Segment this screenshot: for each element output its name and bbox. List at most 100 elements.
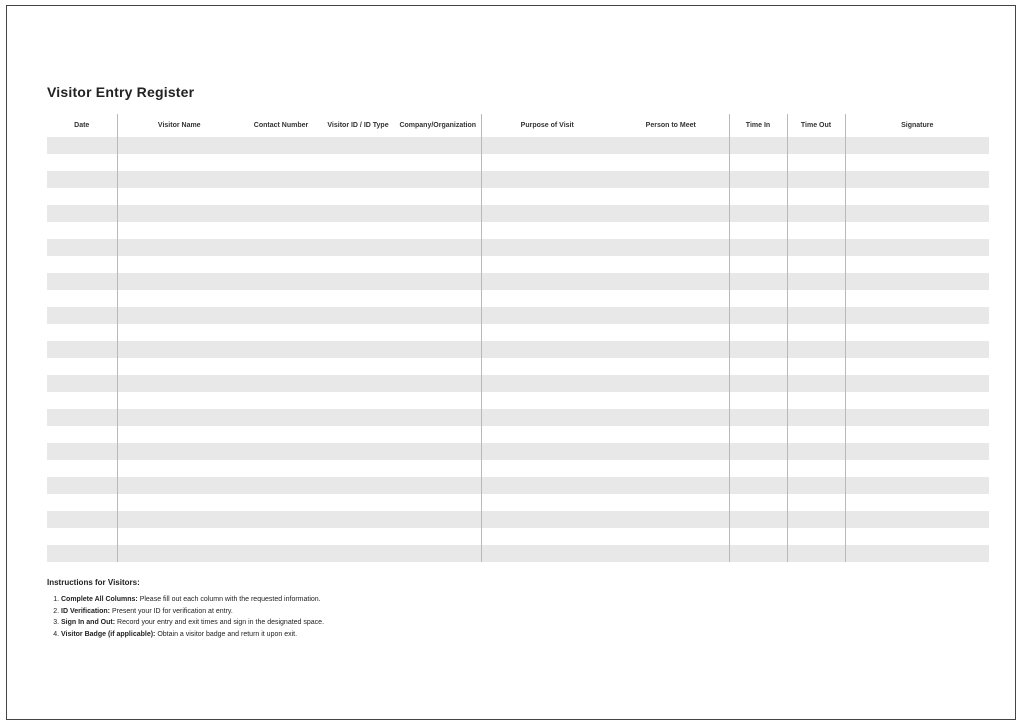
table-cell xyxy=(613,188,729,205)
table-cell xyxy=(613,545,729,562)
table-cell xyxy=(481,426,613,443)
table-header-row: DateVisitor NameContact NumberVisitor ID… xyxy=(47,114,989,137)
table-cell xyxy=(321,341,395,358)
table-cell xyxy=(241,409,321,426)
table-cell xyxy=(481,154,613,171)
table-cell xyxy=(117,409,241,426)
table-cell xyxy=(729,341,787,358)
table-cell xyxy=(395,443,481,460)
table-cell xyxy=(845,273,989,290)
table-cell xyxy=(613,290,729,307)
table-cell xyxy=(47,477,117,494)
table-cell xyxy=(47,341,117,358)
table-cell xyxy=(47,494,117,511)
table-cell xyxy=(47,460,117,477)
table-cell xyxy=(47,426,117,443)
table-cell xyxy=(117,528,241,545)
table-cell xyxy=(117,239,241,256)
table-cell xyxy=(729,511,787,528)
table-cell xyxy=(787,426,845,443)
table-cell xyxy=(395,290,481,307)
table-cell xyxy=(787,239,845,256)
table-cell xyxy=(321,494,395,511)
table-cell xyxy=(395,324,481,341)
table-row xyxy=(47,188,989,205)
table-cell xyxy=(481,188,613,205)
table-row xyxy=(47,307,989,324)
table-cell xyxy=(729,137,787,154)
table-cell xyxy=(241,545,321,562)
table-cell xyxy=(845,290,989,307)
table-cell xyxy=(845,154,989,171)
table-cell xyxy=(117,392,241,409)
table-cell xyxy=(47,137,117,154)
table-cell xyxy=(47,290,117,307)
table-cell xyxy=(845,528,989,545)
table-cell xyxy=(321,511,395,528)
table-cell xyxy=(321,171,395,188)
table-cell xyxy=(729,392,787,409)
page-title: Visitor Entry Register xyxy=(47,84,989,100)
table-cell xyxy=(47,307,117,324)
table-row xyxy=(47,154,989,171)
table-cell xyxy=(117,137,241,154)
table-cell xyxy=(47,239,117,256)
table-row xyxy=(47,460,989,477)
table-cell xyxy=(47,188,117,205)
table-cell xyxy=(845,460,989,477)
table-cell xyxy=(613,528,729,545)
table-cell xyxy=(241,137,321,154)
table-cell xyxy=(395,273,481,290)
table-cell xyxy=(47,205,117,222)
table-cell xyxy=(241,239,321,256)
table-cell xyxy=(481,222,613,239)
table-cell xyxy=(241,188,321,205)
table-cell xyxy=(787,528,845,545)
table-cell xyxy=(481,409,613,426)
table-cell xyxy=(47,222,117,239)
table-cell xyxy=(729,426,787,443)
table-row xyxy=(47,426,989,443)
table-row xyxy=(47,375,989,392)
table-cell xyxy=(613,358,729,375)
table-cell xyxy=(729,443,787,460)
table-cell xyxy=(613,171,729,188)
table-cell xyxy=(117,307,241,324)
table-cell xyxy=(395,392,481,409)
table-row xyxy=(47,256,989,273)
table-cell xyxy=(321,426,395,443)
table-cell xyxy=(787,443,845,460)
table-cell xyxy=(395,256,481,273)
table-cell xyxy=(47,273,117,290)
table-cell xyxy=(481,358,613,375)
table-cell xyxy=(729,188,787,205)
table-cell xyxy=(729,460,787,477)
table-cell xyxy=(787,205,845,222)
table-cell xyxy=(241,375,321,392)
page-frame: Visitor Entry Register DateVisitor NameC… xyxy=(6,5,1016,720)
table-cell xyxy=(787,324,845,341)
table-cell xyxy=(729,409,787,426)
table-cell xyxy=(117,171,241,188)
table-cell xyxy=(395,222,481,239)
table-cell xyxy=(729,545,787,562)
table-cell xyxy=(845,358,989,375)
instruction-lead: Sign In and Out: xyxy=(61,619,115,626)
table-cell xyxy=(729,375,787,392)
table-cell xyxy=(729,154,787,171)
table-cell xyxy=(787,545,845,562)
instruction-text: Please fill out each column with the req… xyxy=(138,596,321,603)
table-cell xyxy=(321,545,395,562)
table-cell xyxy=(117,324,241,341)
table-cell xyxy=(481,256,613,273)
table-cell xyxy=(395,188,481,205)
instruction-item: Sign In and Out: Record your entry and e… xyxy=(61,618,989,629)
table-cell xyxy=(787,358,845,375)
table-cell xyxy=(481,137,613,154)
table-cell xyxy=(787,154,845,171)
table-cell xyxy=(117,273,241,290)
table-cell xyxy=(613,494,729,511)
table-row xyxy=(47,443,989,460)
table-cell xyxy=(613,273,729,290)
table-row xyxy=(47,239,989,256)
